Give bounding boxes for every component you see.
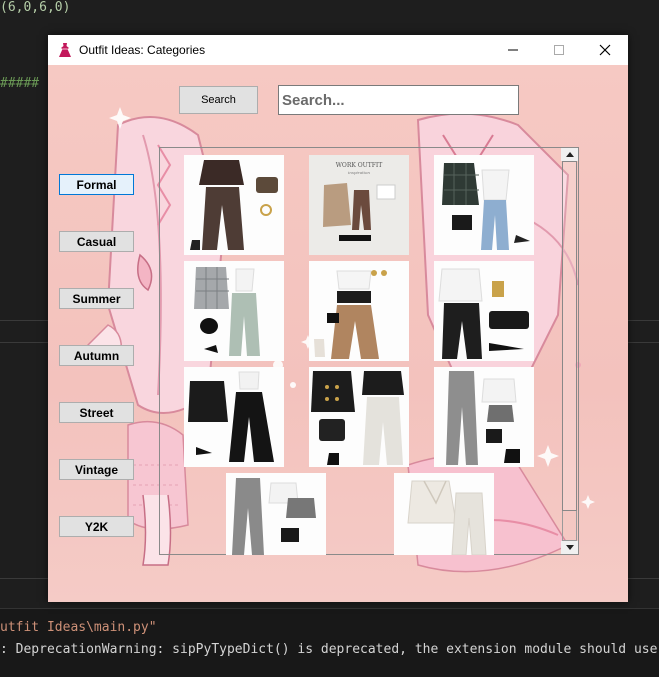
maximize-icon [554,45,564,55]
search-input[interactable] [278,85,519,115]
category-button-formal[interactable]: Formal [59,174,134,195]
close-button[interactable] [582,35,628,65]
category-button-street[interactable]: Street [59,402,134,423]
chevron-up-icon [565,152,574,157]
dress-icon [59,43,71,57]
title-bar[interactable]: Outfit Ideas: Categories [48,35,628,65]
search-button[interactable]: Search [179,86,258,114]
code-comment-line: ##### [0,76,40,91]
outfit-image-grey-vest-trousers-partial[interactable] [226,473,326,555]
work-outfit-subtitle: inspiration [348,170,370,175]
scroll-down-button[interactable] [561,541,578,554]
outfit-image-work-outfit-flatlay[interactable]: WORK OUTFIT inspiration [309,155,409,255]
outfit-image-plaid-blazer-jeans[interactable] [434,155,534,255]
category-button-y2k[interactable]: Y2K [59,516,134,537]
outfit-image-grey-vest-grey-trousers[interactable] [434,367,534,467]
app-window: Outfit Ideas: Categories Search Search..… [48,35,628,602]
category-button-vintage[interactable]: Vintage [59,459,134,480]
scroll-up-button[interactable] [561,148,578,161]
terminal-line-warning: : DeprecationWarning: sipPyTypeDict() is… [0,642,659,657]
outfit-image-double-breasted-blazer-white-pants[interactable] [309,367,409,467]
outfit-image-black-top-brown-trousers[interactable] [184,155,284,255]
category-button-casual[interactable]: Casual [59,231,134,252]
minimize-icon [508,49,518,51]
outfit-image-corset-belt-wide-pants[interactable] [309,261,409,361]
window-content: Search Formal Casual Summer Autumn Stree… [48,65,628,602]
terminal-line-path: utfit Ideas\main.py" [0,620,157,635]
gallery-scrollbar[interactable] [561,147,579,555]
category-button-summer[interactable]: Summer [59,288,134,309]
maximize-button[interactable] [536,35,582,65]
work-outfit-title: WORK OUTFIT [336,162,383,169]
code-line: (6,0,6,0) [0,0,71,15]
minimize-button[interactable] [490,35,536,65]
category-button-autumn[interactable]: Autumn [59,345,134,366]
close-icon [599,44,611,56]
outfit-image-cream-wrap-blazer-set[interactable] [394,473,494,555]
window-title: Outfit Ideas: Categories [79,43,206,57]
scrollbar-thumb[interactable] [562,161,577,511]
outfit-image-check-blazer-mint-trousers[interactable] [184,261,284,361]
chevron-down-icon [565,545,574,550]
outfit-image-white-blouse-black-trousers[interactable] [434,261,534,361]
outfit-image-black-blazer-wide-pants[interactable] [184,367,284,467]
